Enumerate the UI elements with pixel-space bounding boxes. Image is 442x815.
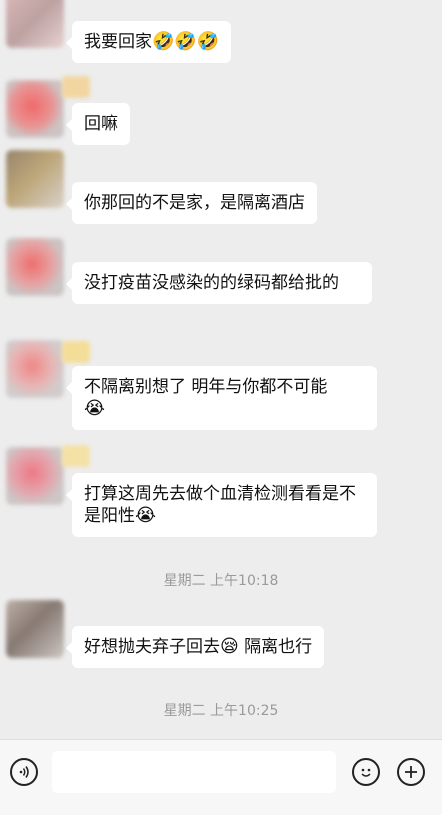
message-text: 你那回的不是家，是隔离酒店: [84, 193, 305, 213]
message-bubble: 好想抛夫弃子回去😪 隔离也行: [65, 626, 325, 668]
message-text: 回嘛: [84, 114, 118, 134]
voice-icon[interactable]: [10, 758, 38, 786]
timestamp: 星期二 上午10:18: [163, 573, 279, 589]
message-text: 好想抛夫弃子回去: [84, 637, 220, 657]
avatar[interactable]: [6, 600, 64, 658]
avatar[interactable]: [6, 0, 64, 48]
message-bubble: 不隔离别想了 明年与你都不可能 😭: [66, 366, 377, 430]
message-bubble: 没打疫苗没感染的的绿码都给批的: [66, 262, 372, 304]
avatar[interactable]: [6, 447, 64, 505]
chat-input-bar: [0, 739, 442, 815]
message-text: 不隔离别想了 明年与你都不可能: [84, 377, 328, 397]
sticker-thumbnail: [62, 76, 90, 98]
avatar[interactable]: [6, 340, 64, 398]
crying-emoji: 😭: [135, 505, 157, 526]
message-text: 打算这周先去做个血清检测看看是不是阳性: [84, 484, 356, 526]
avatar[interactable]: [6, 150, 64, 208]
message-bubble: 打算这周先去做个血清检测看看是不是阳性😭: [66, 473, 377, 537]
message-bubble: 你那回的不是家，是隔离酒店: [66, 182, 317, 224]
emoji-icon[interactable]: [352, 758, 380, 786]
message-bubble: 我要回家🤣🤣🤣: [65, 21, 232, 63]
sticker-thumbnail: [62, 341, 90, 363]
sticker-thumbnail: [62, 445, 90, 467]
timestamp: 星期二 上午10:25: [163, 703, 279, 719]
sleepy-emoji: 😪: [220, 636, 239, 657]
plus-icon[interactable]: [397, 758, 425, 786]
message-text: 我要回家: [84, 32, 152, 52]
avatar[interactable]: [6, 238, 64, 296]
message-bubble: 回嘛: [66, 103, 130, 145]
crying-emoji: 😭: [84, 398, 106, 419]
message-text-tail: 隔离也行: [238, 637, 313, 657]
laughing-emoji: 🤣🤣🤣: [152, 31, 220, 52]
avatar[interactable]: [6, 80, 64, 138]
message-input[interactable]: [52, 751, 336, 793]
message-text: 没打疫苗没感染的的绿码都给批的: [84, 273, 339, 293]
